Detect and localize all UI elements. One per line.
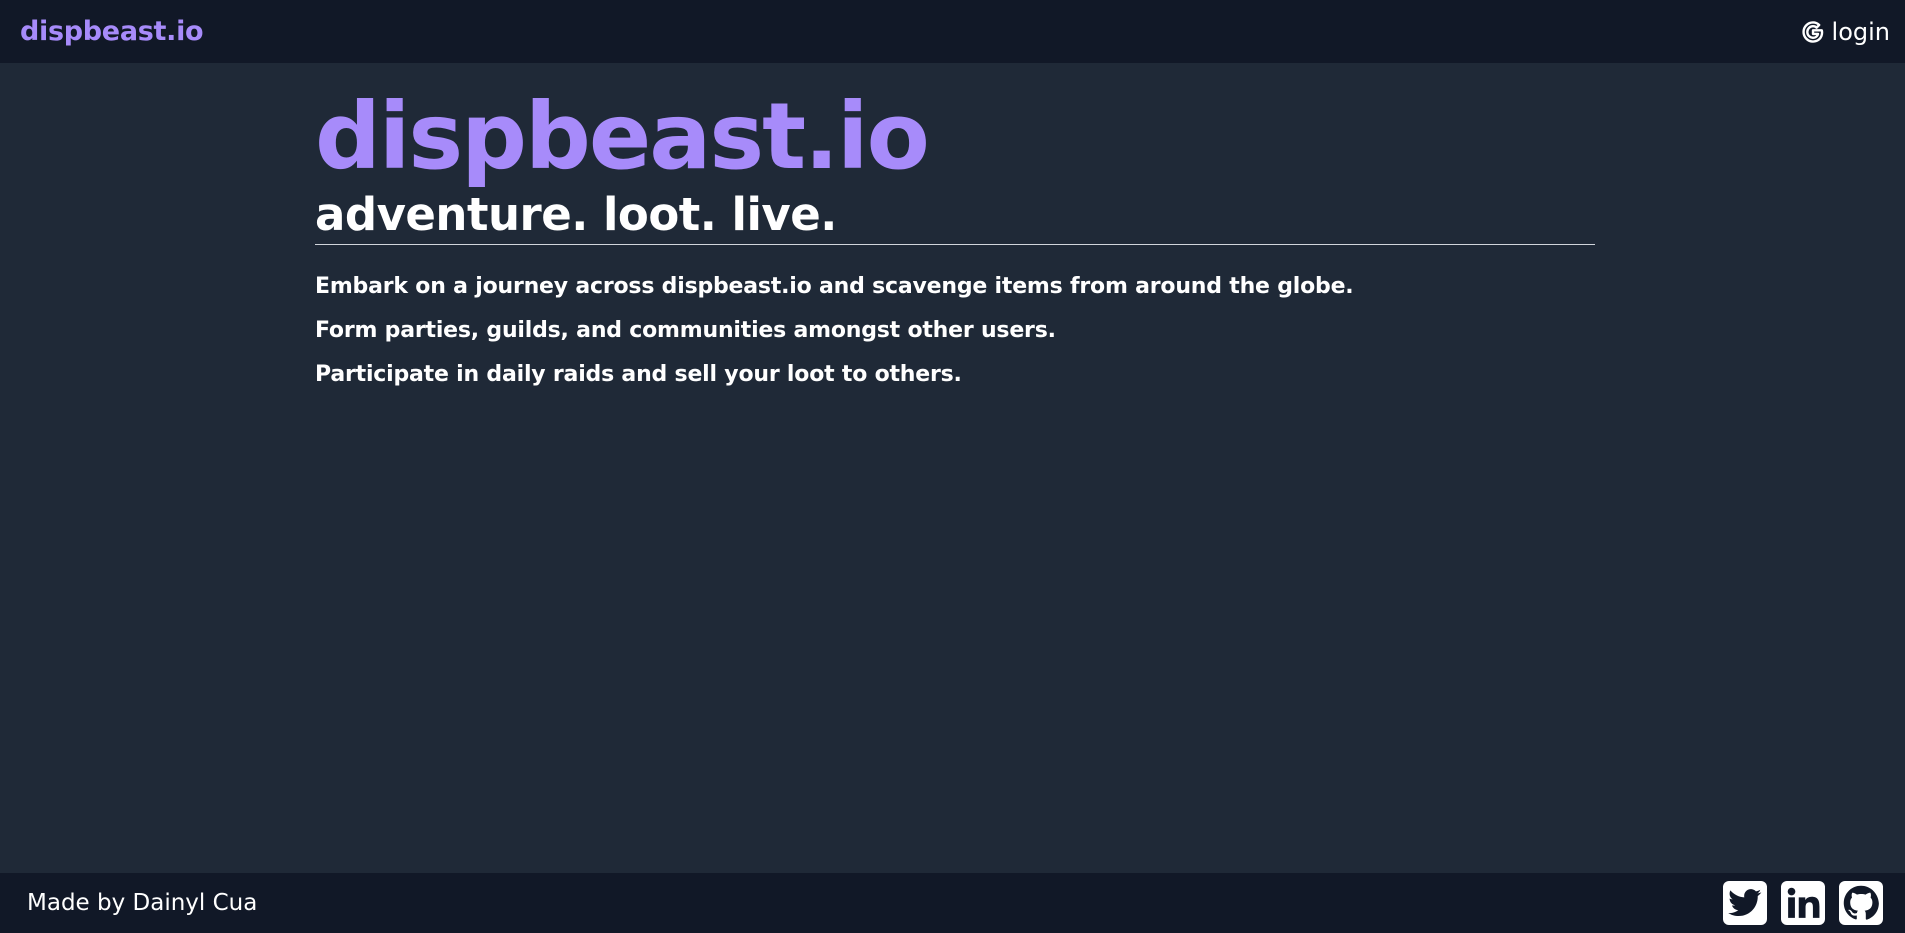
description-line: Participate in daily raids and sell your… [315,362,962,387]
login-button[interactable]: login [1801,17,1890,46]
main-content: dispbeast.io adventure. loot. live. Emba… [315,63,1595,405]
footer-credit: Made by Dainyl Cua [27,890,258,916]
linkedin-icon[interactable] [1781,881,1825,925]
google-icon [1801,20,1824,43]
top-navbar: dispbeast.io login [0,0,1905,63]
twitter-icon[interactable] [1723,881,1767,925]
login-label: login [1831,17,1890,46]
description-line: Embark on a journey across dispbeast.io … [315,274,1354,299]
description-line: Form parties, guilds, and communities am… [315,318,1056,343]
hero-title: dispbeast.io [315,83,930,190]
hero-tagline: adventure. loot. live. [315,190,1595,245]
github-icon[interactable] [1839,881,1883,925]
description-list: Embark on a journey across dispbeast.io … [315,273,1595,389]
social-links [1723,881,1883,925]
footer: Made by Dainyl Cua [0,873,1905,933]
brand-link[interactable]: dispbeast.io [20,16,204,47]
